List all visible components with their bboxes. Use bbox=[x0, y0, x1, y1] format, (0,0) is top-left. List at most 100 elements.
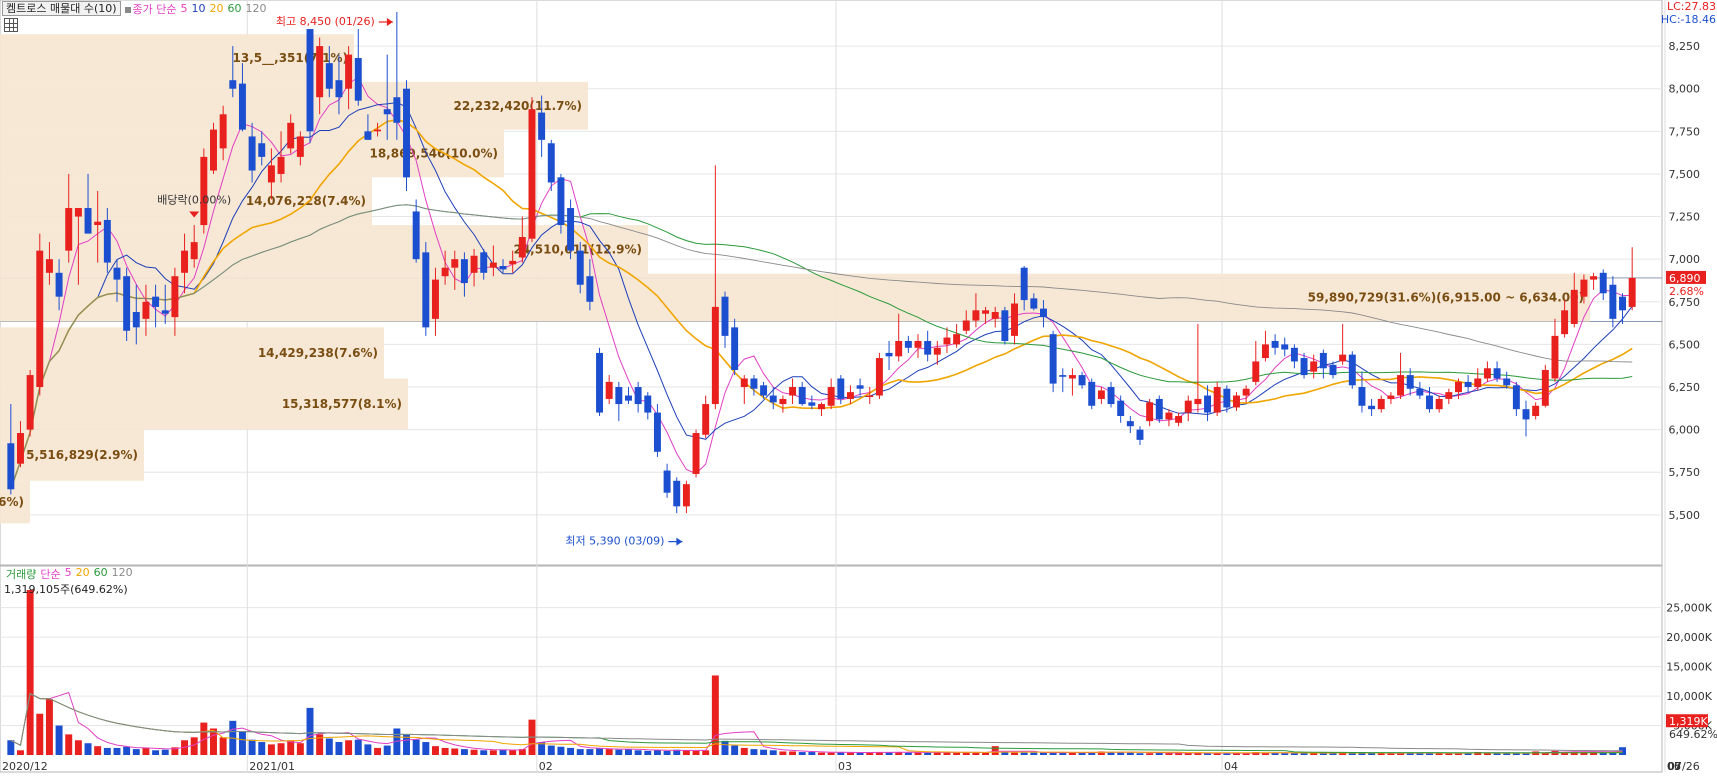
volume-bar bbox=[451, 748, 459, 755]
lc-hc-readout: LC:27.83 HC:-18.46 bbox=[1661, 0, 1716, 26]
volume-bar bbox=[827, 752, 835, 755]
candle-body bbox=[55, 272, 63, 297]
volume-bar bbox=[460, 749, 468, 755]
candle-body bbox=[673, 480, 681, 507]
volume-bar bbox=[1146, 753, 1154, 755]
candle-body bbox=[1252, 361, 1260, 382]
volume-bar bbox=[489, 750, 497, 755]
candle-body bbox=[1358, 387, 1366, 406]
volume-bar bbox=[605, 749, 613, 755]
candle-body bbox=[113, 267, 121, 280]
candle-body bbox=[1426, 395, 1433, 410]
candle-body bbox=[1030, 298, 1038, 309]
legend-square-icon bbox=[124, 6, 131, 13]
volume-bar bbox=[972, 752, 980, 755]
candle-body bbox=[200, 156, 208, 226]
last-volume-tag: 1,319K bbox=[1669, 715, 1708, 728]
candle-body bbox=[1541, 369, 1549, 406]
volume-bar bbox=[1020, 752, 1028, 755]
candle-body bbox=[26, 375, 34, 430]
candle-body bbox=[586, 276, 594, 302]
candle-body bbox=[1474, 378, 1482, 388]
volume-bar bbox=[769, 750, 777, 755]
candle-body bbox=[441, 267, 449, 277]
price-tick-label: 6,000 bbox=[1669, 424, 1701, 437]
volume-bar bbox=[904, 752, 912, 755]
volume-bar bbox=[17, 750, 24, 755]
volume-bar bbox=[123, 746, 131, 755]
volume-profile-label: 5,516,829(2.9%) bbox=[26, 448, 138, 462]
candle-body bbox=[1078, 375, 1086, 386]
candle-body bbox=[17, 433, 24, 464]
candle-body bbox=[1319, 352, 1327, 369]
volume-bar bbox=[1126, 752, 1134, 755]
volume-bar bbox=[354, 739, 362, 755]
volume-bar bbox=[731, 745, 739, 755]
candle-body bbox=[1300, 358, 1308, 376]
candle-body bbox=[1242, 388, 1250, 396]
candle-body bbox=[634, 387, 642, 405]
candle-body bbox=[1097, 390, 1105, 399]
volume-bar bbox=[94, 746, 102, 755]
volume-bar bbox=[470, 749, 478, 755]
volume-profile-label: 18,869,546(10.0%) bbox=[369, 146, 498, 160]
volume-profile-label: 15,318,577(8.1%) bbox=[282, 397, 402, 411]
candle-body bbox=[1001, 310, 1009, 341]
candle-body bbox=[1570, 289, 1578, 324]
candle-body bbox=[644, 395, 652, 413]
candle-body bbox=[769, 395, 777, 403]
candle-body bbox=[625, 395, 632, 401]
volume-bar bbox=[634, 750, 642, 755]
volume-bar bbox=[962, 752, 970, 755]
candle-body bbox=[1435, 398, 1443, 410]
candle-body bbox=[1532, 405, 1540, 416]
vol-ma60-label: 60 bbox=[93, 566, 108, 579]
chart-title[interactable]: 켐트로스 매물대 수(10) bbox=[2, 1, 121, 16]
ma-type: 종가 단순 bbox=[132, 2, 177, 16]
volume-bar bbox=[953, 752, 961, 755]
price-tick-label: 6,250 bbox=[1669, 381, 1701, 394]
candle-body bbox=[1194, 398, 1202, 405]
candle-body bbox=[1454, 381, 1462, 393]
volume-bar bbox=[306, 707, 314, 755]
volume-bar bbox=[567, 747, 575, 755]
volume-bar bbox=[557, 746, 565, 755]
candle-body bbox=[653, 412, 661, 452]
x-tick-label: 2021/01 bbox=[249, 760, 295, 773]
x-tick-label: 03 bbox=[838, 760, 852, 773]
candle-body bbox=[1261, 344, 1269, 359]
volume-bar bbox=[1136, 753, 1144, 755]
candle-body bbox=[605, 381, 613, 399]
volume-bar bbox=[480, 750, 488, 755]
vol-ma20-label: 20 bbox=[75, 566, 90, 579]
candle-body bbox=[1155, 398, 1163, 420]
candle-body bbox=[914, 340, 922, 348]
candle-body bbox=[518, 237, 526, 258]
volume-bar bbox=[760, 749, 768, 755]
volume-profile-label: 22,232,420(11.7%) bbox=[453, 99, 582, 113]
volume-bar bbox=[142, 747, 150, 755]
candle-body bbox=[818, 404, 825, 410]
x-tick-label: 04 bbox=[1224, 760, 1238, 773]
stock-chart[interactable]: 1,082,696(0.6%) 5,516,829(2.9%) 15,318,577… bbox=[0, 0, 1717, 776]
candle-body bbox=[383, 109, 391, 115]
candle-body bbox=[1020, 267, 1028, 301]
volume-bar bbox=[789, 751, 797, 755]
candle-body bbox=[499, 265, 507, 270]
candle-body bbox=[1329, 364, 1337, 376]
volume-bar bbox=[132, 749, 140, 755]
candle-body bbox=[219, 114, 227, 149]
volume-bar bbox=[663, 750, 671, 755]
volume-bar bbox=[846, 752, 854, 755]
candle-body bbox=[316, 46, 324, 98]
candle-body bbox=[480, 252, 488, 273]
volume-bar bbox=[238, 731, 246, 755]
price-tick-label: 5,500 bbox=[1669, 509, 1701, 522]
volume-bar bbox=[1281, 753, 1289, 755]
price-tick-label: 7,500 bbox=[1669, 168, 1701, 181]
candle-body bbox=[538, 112, 546, 140]
candle-body bbox=[1049, 334, 1057, 384]
price-legend: 켐트로스 매물대 수(10) 종가 단순 5 10 20 60 120 bbox=[2, 1, 267, 16]
table-icon[interactable] bbox=[4, 18, 18, 32]
ma10-label: 10 bbox=[191, 2, 206, 15]
